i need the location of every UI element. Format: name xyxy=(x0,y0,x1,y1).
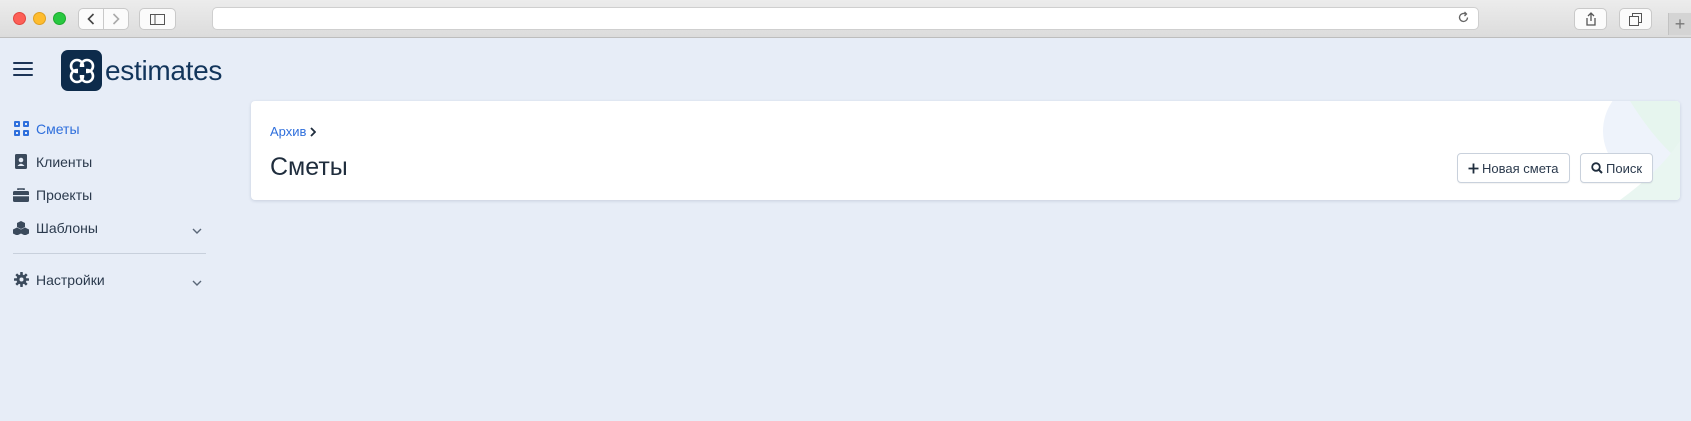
sidebar-item-label: Проекты xyxy=(36,186,93,203)
close-window-button[interactable] xyxy=(13,12,26,25)
contact-book-icon xyxy=(13,154,29,170)
address-bar[interactable] xyxy=(212,7,1479,30)
reload-icon[interactable] xyxy=(1457,11,1470,29)
search-icon xyxy=(1591,162,1603,174)
share-button[interactable] xyxy=(1574,8,1607,30)
gear-icon xyxy=(13,272,29,288)
sidebar-toggle-button[interactable] xyxy=(139,8,176,30)
cubes-icon xyxy=(13,220,29,236)
sidebar-divider xyxy=(13,253,206,254)
page-title: Сметы xyxy=(270,153,348,181)
chevron-right-icon xyxy=(310,126,317,137)
plus-icon xyxy=(1468,163,1479,173)
back-button[interactable] xyxy=(78,8,104,30)
grid-icon xyxy=(13,121,29,137)
logo-text: estimates xyxy=(105,54,223,86)
page-header-card: Архив Сметы Новая смета Поиск xyxy=(251,101,1680,200)
tabs-icon xyxy=(1629,12,1642,26)
sidebar-nav: Сметы Клиенты Проекты Шаблоны Настройки xyxy=(0,112,220,296)
chevron-left-icon xyxy=(87,13,95,25)
sidebar-item-label: Клиенты xyxy=(36,153,93,170)
sidebar-item-label: Настройки xyxy=(36,271,105,288)
sidebar-item-templates[interactable]: Шаблоны xyxy=(0,211,220,244)
decorative-pattern xyxy=(1603,101,1680,200)
breadcrumb-archive-link[interactable]: Архив xyxy=(270,124,306,139)
new-estimate-label: Новая смета xyxy=(1482,160,1559,176)
sidebar-item-clients[interactable]: Клиенты xyxy=(0,145,220,178)
sidebar-item-label: Сметы xyxy=(36,120,80,137)
browser-toolbar: + xyxy=(0,0,1691,38)
sidebar-item-label: Шаблоны xyxy=(36,219,98,236)
new-tab-button[interactable]: + xyxy=(1668,13,1691,35)
show-tabs-button[interactable] xyxy=(1619,8,1652,30)
forward-button[interactable] xyxy=(103,8,129,30)
briefcase-icon xyxy=(13,187,29,203)
menu-toggle-button[interactable] xyxy=(13,62,33,78)
breadcrumb[interactable]: Архив xyxy=(270,124,317,139)
app-logo[interactable]: estimates xyxy=(61,50,222,91)
chevron-right-icon xyxy=(112,13,120,25)
maximize-window-button[interactable] xyxy=(53,12,66,25)
minimize-window-button[interactable] xyxy=(33,12,46,25)
sidebar-item-projects[interactable]: Проекты xyxy=(0,178,220,211)
sidebar-icon xyxy=(150,13,165,25)
search-label: Поиск xyxy=(1606,160,1643,176)
logo-mark-icon xyxy=(61,50,102,91)
chevron-down-icon[interactable] xyxy=(192,273,202,289)
sidebar-item-settings[interactable]: Настройки xyxy=(0,263,220,296)
sidebar-item-estimates[interactable]: Сметы xyxy=(0,112,220,145)
share-icon xyxy=(1585,12,1596,26)
new-estimate-button[interactable]: Новая смета xyxy=(1457,153,1570,183)
chevron-down-icon[interactable] xyxy=(192,221,202,237)
search-button[interactable]: Поиск xyxy=(1580,153,1654,183)
